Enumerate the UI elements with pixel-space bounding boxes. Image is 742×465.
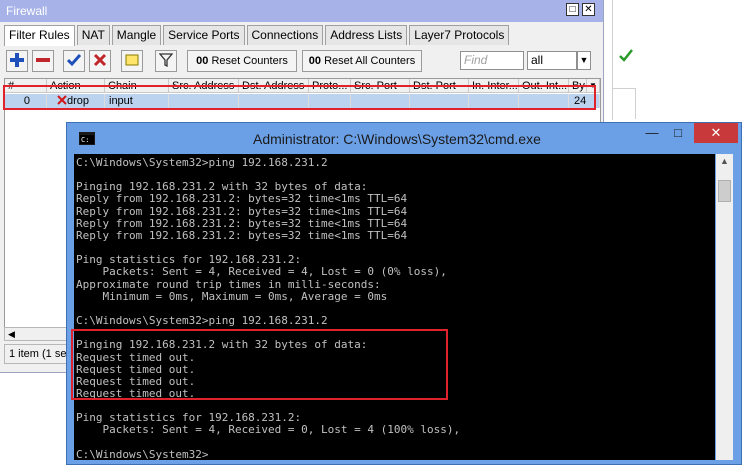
reset-counters-button[interactable]: 00 Reset Counters [187, 50, 297, 72]
firewall-title: Firewall [6, 4, 48, 18]
tab-nat[interactable]: NAT [76, 25, 110, 45]
check-icon [66, 54, 82, 67]
maximize-button[interactable]: □ [665, 123, 691, 143]
tab-address-lists[interactable]: Address Lists [325, 25, 408, 45]
abc-check-icon [619, 49, 633, 62]
reset-counters-label: Reset Counters [211, 55, 288, 67]
background-panel [613, 88, 636, 119]
cmd-icon: C: [79, 132, 95, 145]
cmd-window: C: Administrator: C:\Windows\System32\cm… [66, 122, 742, 465]
filter-select[interactable]: all [527, 51, 577, 70]
counter-prefix: 00 [196, 55, 209, 67]
minimize-button[interactable]: — [639, 123, 665, 143]
funnel-icon [158, 53, 174, 68]
comment-button[interactable] [121, 50, 143, 72]
background-window [612, 0, 742, 120]
console-line: Minimum = 0ms, Maximum = 0ms, Average = … [76, 289, 388, 303]
chevron-down-icon[interactable]: ▼ [577, 51, 591, 70]
console-line: Reply from 192.168.231.2: bytes=32 time<… [76, 228, 408, 242]
add-button[interactable] [6, 50, 28, 72]
svg-text:C:: C: [81, 136, 89, 144]
minus-icon [36, 58, 50, 62]
plus-icon [10, 53, 24, 67]
console-line: C:\Windows\System32> [76, 447, 209, 460]
close-button[interactable]: ✕ [694, 123, 738, 143]
counter-prefix: 00 [308, 55, 322, 67]
tab-connections[interactable]: Connections [246, 25, 324, 45]
console-line: Packets: Sent = 4, Received = 0, Lost = … [76, 423, 461, 437]
console-text: C:\Windows\System32>ping 192.168.231.2 P… [74, 154, 715, 460]
x-icon [93, 53, 107, 67]
console-output[interactable]: C:\Windows\System32>ping 192.168.231.2 P… [74, 154, 715, 460]
highlight-box [71, 329, 448, 400]
scroll-up-icon[interactable]: ▲ [720, 156, 729, 166]
console-line: C:\Windows\System32>ping 192.168.231.2 [76, 314, 328, 328]
enable-button[interactable] [63, 50, 85, 72]
reset-all-counters-button[interactable]: 00 Reset All Counters [302, 50, 422, 72]
find-input[interactable]: Find [460, 51, 524, 70]
firewall-toolbar: 00 Reset Counters 00 Reset All Counters … [4, 48, 599, 74]
tab-mangle[interactable]: Mangle [111, 25, 162, 45]
scrollbar-thumb[interactable] [718, 180, 731, 202]
maximize-button[interactable]: □ [566, 3, 579, 16]
cmd-title-bar: C: Administrator: C:\Windows\System32\cm… [67, 123, 741, 152]
highlight-box [3, 85, 596, 110]
firewall-tabs: Filter Rules NAT Mangle Service Ports Co… [4, 25, 511, 46]
tab-service-ports[interactable]: Service Ports [163, 25, 245, 45]
console-line: Approximate round trip times in milli-se… [76, 277, 381, 291]
cmd-title: Administrator: C:\Windows\System32\cmd.e… [253, 131, 541, 147]
note-icon [125, 54, 139, 66]
firewall-title-bar: Firewall □ ✕ [0, 0, 603, 22]
close-button[interactable]: ✕ [582, 3, 595, 16]
console-line: Packets: Sent = 4, Received = 4, Lost = … [76, 265, 447, 279]
reset-all-counters-label: Reset All Counters [324, 55, 416, 67]
remove-button[interactable] [32, 50, 54, 72]
console-line: Reply from 192.168.231.2: bytes=32 time<… [76, 192, 408, 206]
disable-button[interactable] [89, 50, 111, 72]
console-line: Reply from 192.168.231.2: bytes=32 time<… [76, 204, 408, 218]
tab-layer7-protocols[interactable]: Layer7 Protocols [409, 25, 510, 45]
console-line: C:\Windows\System32>ping 192.168.231.2 [76, 156, 328, 169]
scroll-left-icon[interactable]: ◀ [8, 328, 15, 340]
filter-button[interactable] [155, 50, 177, 72]
tab-filter-rules[interactable]: Filter Rules [4, 25, 75, 46]
vertical-scrollbar[interactable]: ▲ [716, 154, 733, 460]
